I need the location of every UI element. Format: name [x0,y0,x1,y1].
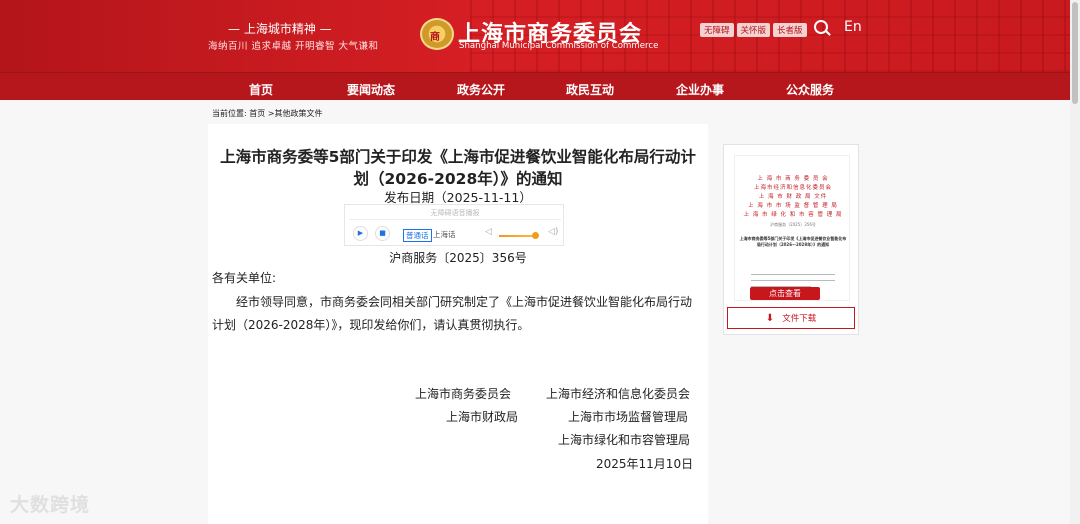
tool-accessibility[interactable]: 无障碍 [700,23,734,37]
city-motto: 海纳百川 追求卓越 开明睿智 大气谦和 [208,41,379,52]
nav-business[interactable]: 企业办事 [676,81,724,98]
language-switch[interactable]: En [844,19,862,35]
volume-knob[interactable] [532,232,539,239]
site-emblem[interactable]: 商 [420,18,454,50]
article: 上海市商务委等5部门关于印发《上海市促进餐饮业智能化布局行动计划（2026-20… [208,124,708,524]
thumb-org-1: 上 海 市 商 务 委 员 会 [757,176,829,182]
search-icon[interactable] [814,20,828,34]
breadcrumb[interactable]: 当前位置: 首页 >其他政策文件 [212,108,322,119]
accessibility-tools: 无障碍 关怀版 长者版 [700,23,807,37]
mode-shanghainese[interactable]: 上海话 [433,229,456,240]
nav-news[interactable]: 要闻动态 [347,81,395,98]
stop-icon[interactable]: ■ [375,226,390,241]
article-title: 上海市商务委等5部门关于印发《上海市促进餐饮业智能化布局行动计划（2026-20… [220,148,696,188]
volume-icon[interactable]: ◁ [485,227,492,237]
play-icon[interactable]: ▶ [353,226,368,241]
view-button[interactable]: 点击查看 [750,287,820,300]
thumb-docno: 沪商服务〔2025〕356号 [770,222,816,227]
tool-care-mode[interactable]: 关怀版 [736,23,771,37]
salutation: 各有关单位: [212,271,277,285]
site-header: — 上海城市精神 — 海纳百川 追求卓越 开明睿智 大气谦和 商 上海市商务委员… [0,0,1070,72]
city-spirit: — 上海城市精神 — [228,22,332,36]
signatory-2: 上海市经济和信息化委员会 [546,387,691,401]
nav-home[interactable]: 首页 [249,81,273,98]
thumb-org-5: 上 海 市 绿 化 和 市 容 管 理 局 [743,212,843,218]
thumb-org-4: 上 海 市 市 场 监 督 管 理 局 [748,203,838,209]
thumb-text-line [751,280,835,281]
document-number: 沪商服务〔2025〕356号 [389,251,527,265]
volume-slider[interactable] [499,235,535,237]
volume-max-icon[interactable]: ◁) [548,227,558,237]
nav-public-service[interactable]: 公众服务 [786,81,834,98]
signatory-3: 上海市财政局 [446,410,519,424]
thumb-org-3: 上 海 市 财 政 局 文件 [758,194,828,200]
article-body: 经市领导同意，市商务委会同相关部门研究制定了《上海市促进餐饮业智能化布局行动计划… [212,295,693,332]
document-thumbnail[interactable]: 上 海 市 商 务 委 员 会 上海市经济和信息化委员会 上 海 市 财 政 局… [734,155,850,301]
document-card: 上 海 市 商 务 委 员 会 上海市经济和信息化委员会 上 海 市 财 政 局… [723,144,859,335]
player-caption: 无障碍语音播报 [430,209,480,217]
signatory-5: 上海市绿化和市容管理局 [558,433,691,447]
scrollbar-thumb[interactable] [1072,2,1078,104]
download-button[interactable]: ⬇ 文件下载 [727,307,855,329]
main-nav: 首页 要闻动态 政务公开 政民互动 企业办事 公众服务 [0,72,1070,100]
download-icon: ⬇ [765,312,775,324]
watermark: 大数跨境 [10,494,91,516]
tool-senior-mode[interactable]: 长者版 [773,23,807,37]
download-label: 文件下载 [782,314,817,324]
sign-date: 2025年11月10日 [596,457,694,471]
emblem-text: 商 [430,32,440,43]
nav-gov-open[interactable]: 政务公开 [457,81,505,98]
nav-interaction[interactable]: 政民互动 [566,81,614,98]
thumb-org-2: 上海市经济和信息化委员会 [753,185,832,191]
thumb-text-line [751,274,835,275]
audio-player: 无障碍语音播报 ▶ ■ 普通话 上海话 ◁ ◁) [344,204,564,246]
mode-mandarin[interactable]: 普通话 [403,229,432,242]
player-divider [349,219,561,220]
site-name-en: Shanghai Municipal Commission of Commerc… [459,41,659,51]
signatory-4: 上海市市场监督管理局 [568,410,689,424]
thumb-title: 上海市商务委等5部门关于印发《上海市促进餐饮业智能化布局行动计划（2026—20… [739,236,847,247]
signatory-1: 上海市商务委员会 [415,387,512,401]
